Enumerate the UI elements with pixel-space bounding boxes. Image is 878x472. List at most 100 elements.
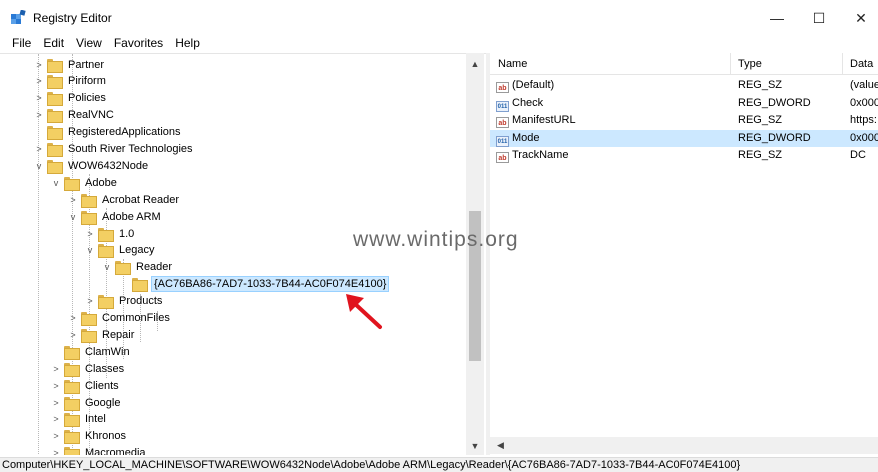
- close-button[interactable]: ✕: [846, 6, 876, 30]
- minimize-button[interactable]: —: [762, 6, 792, 30]
- tree-item[interactable]: >1.0: [85, 225, 136, 242]
- tree-item[interactable]: ClamWin: [51, 343, 132, 360]
- chevron-right-icon[interactable]: >: [51, 430, 61, 442]
- window-title: Registry Editor: [33, 11, 112, 25]
- chevron-right-icon[interactable]: >: [51, 363, 61, 375]
- tree-item[interactable]: > Repair: [68, 326, 136, 343]
- value-row[interactable]: ab TrackName REG_SZ DC: [490, 147, 878, 164]
- column-separator[interactable]: [842, 53, 843, 75]
- column-type-header[interactable]: Type: [738, 58, 762, 70]
- tree-item[interactable]: > CommonFiles: [68, 310, 172, 327]
- folder-icon: [47, 92, 63, 107]
- menu-edit[interactable]: Edit: [43, 34, 64, 52]
- tree-item[interactable]: v Adobe ARM: [68, 208, 163, 225]
- value-data-cell: 0x0000: [850, 131, 878, 144]
- dword-value-icon: 011: [496, 135, 509, 147]
- tree-item[interactable]: RegisteredApplications: [34, 124, 183, 141]
- chevron-down-icon[interactable]: v: [68, 211, 78, 223]
- folder-icon: [47, 58, 63, 73]
- tree-item[interactable]: > Piriform: [34, 73, 108, 90]
- value-name: TrackName: [512, 149, 569, 161]
- chevron-right-icon[interactable]: >: [51, 397, 61, 409]
- folder-icon: [81, 312, 97, 326]
- chevron-down-icon[interactable]: v: [85, 244, 95, 256]
- tree-item-label: Adobe ARM: [102, 210, 161, 223]
- tree-item[interactable]: > Khronos: [51, 428, 128, 445]
- chevron-down-icon[interactable]: v: [102, 261, 112, 273]
- watermark: www.wintips.org: [353, 228, 519, 251]
- chevron-right-icon[interactable]: >: [34, 92, 44, 104]
- chevron-down-icon[interactable]: v: [34, 160, 44, 172]
- tree-item[interactable]: > Clients: [51, 377, 121, 394]
- tree-vertical-scrollbar[interactable]: ▲ ▼: [466, 53, 484, 455]
- tree-item[interactable]: v WOW6432Node: [34, 157, 150, 174]
- folder-icon: [64, 430, 80, 445]
- tree-item[interactable]: > Partner: [34, 56, 106, 73]
- folder-icon: [64, 176, 80, 191]
- value-row[interactable]: ab ManifestURL REG_SZ https:: [490, 112, 878, 129]
- tree-item[interactable]: > Google: [51, 394, 122, 411]
- chevron-right-icon[interactable]: >: [51, 380, 61, 392]
- tree-item[interactable]: > Classes: [51, 360, 126, 377]
- chevron-down-icon[interactable]: v: [51, 177, 61, 189]
- folder-icon: [47, 75, 63, 90]
- value-row[interactable]: ab (Default) REG_SZ (value: [490, 77, 878, 94]
- folder-icon: [64, 362, 80, 377]
- chevron-right-icon[interactable]: >: [51, 447, 61, 455]
- registry-value-list: Name Type Data ab (Default) REG_SZ (value 01…: [490, 53, 878, 433]
- value-row[interactable]: 011Check REG_DWORD 0x0000: [490, 95, 878, 112]
- menu-help[interactable]: Help: [175, 34, 200, 52]
- string-value-icon: ab: [496, 117, 509, 128]
- value-type-cell: REG_SZ: [738, 149, 783, 161]
- chevron-right-icon[interactable]: >: [85, 228, 95, 240]
- tree-item[interactable]: > Policies: [34, 90, 108, 107]
- chevron-right-icon[interactable]: >: [85, 295, 95, 307]
- column-separator[interactable]: [730, 53, 731, 75]
- menu-view[interactable]: View: [76, 34, 102, 52]
- folder-icon: [98, 244, 114, 259]
- tree-item-label: Reader: [136, 261, 173, 274]
- value-row[interactable]: 011Mode REG_DWORD 0x0000: [490, 129, 878, 147]
- chevron-right-icon[interactable]: >: [68, 194, 78, 206]
- tree-item[interactable]: > Macromedia: [51, 445, 148, 455]
- folder-icon: [115, 261, 131, 276]
- value-data-cell: (value: [850, 79, 878, 91]
- tree-item[interactable]: > Intel: [51, 411, 108, 428]
- string-value-icon: ab: [496, 152, 509, 163]
- tree-item[interactable]: v Reader: [102, 259, 174, 276]
- menu-file[interactable]: File: [12, 34, 31, 52]
- column-data-header[interactable]: Data: [850, 58, 873, 70]
- column-name-header[interactable]: Name: [498, 58, 527, 70]
- folder-icon: [98, 295, 114, 310]
- value-type-cell: REG_SZ: [738, 79, 783, 91]
- scroll-up-icon[interactable]: ▲: [466, 55, 484, 72]
- folder-icon: [81, 328, 97, 343]
- maximize-button[interactable]: ☐: [804, 6, 834, 30]
- tree-item[interactable]: > RealVNC: [34, 107, 116, 124]
- scroll-left-icon[interactable]: ◀: [492, 437, 509, 454]
- folder-icon: [47, 126, 63, 141]
- list-horizontal-scrollbar[interactable]: ◀: [490, 437, 878, 454]
- chevron-right-icon[interactable]: >: [34, 109, 44, 121]
- registry-key-tree[interactable]: > Partner > Piriform > Policies > RealVNC Regist…: [0, 53, 486, 455]
- chevron-right-icon[interactable]: >: [68, 312, 78, 324]
- scroll-down-icon[interactable]: ▼: [466, 437, 484, 454]
- chevron-right-icon[interactable]: >: [51, 413, 61, 425]
- menu-favorites[interactable]: Favorites: [114, 34, 163, 52]
- chevron-right-icon[interactable]: >: [34, 59, 44, 71]
- tree-item[interactable]: > Products: [85, 293, 164, 310]
- tree-item[interactable]: v Legacy: [85, 242, 156, 259]
- folder-icon: [47, 159, 63, 174]
- tree-item[interactable]: > South River Technologies: [34, 141, 195, 158]
- value-name-cell: 011 Mode: [496, 132, 726, 147]
- tree-item-label: Policies: [68, 92, 106, 105]
- chevron-right-icon[interactable]: >: [34, 75, 44, 87]
- chevron-right-icon[interactable]: >: [34, 143, 44, 155]
- tree-item-label: WOW6432Node: [68, 159, 149, 172]
- tree-item[interactable]: v Adobe: [51, 174, 119, 191]
- folder-icon: [132, 278, 148, 293]
- tree-item-label: Clients: [85, 379, 119, 392]
- tree-item[interactable]: > Acrobat Reader: [68, 191, 181, 208]
- folder-icon: [64, 345, 80, 360]
- chevron-right-icon[interactable]: >: [68, 329, 78, 341]
